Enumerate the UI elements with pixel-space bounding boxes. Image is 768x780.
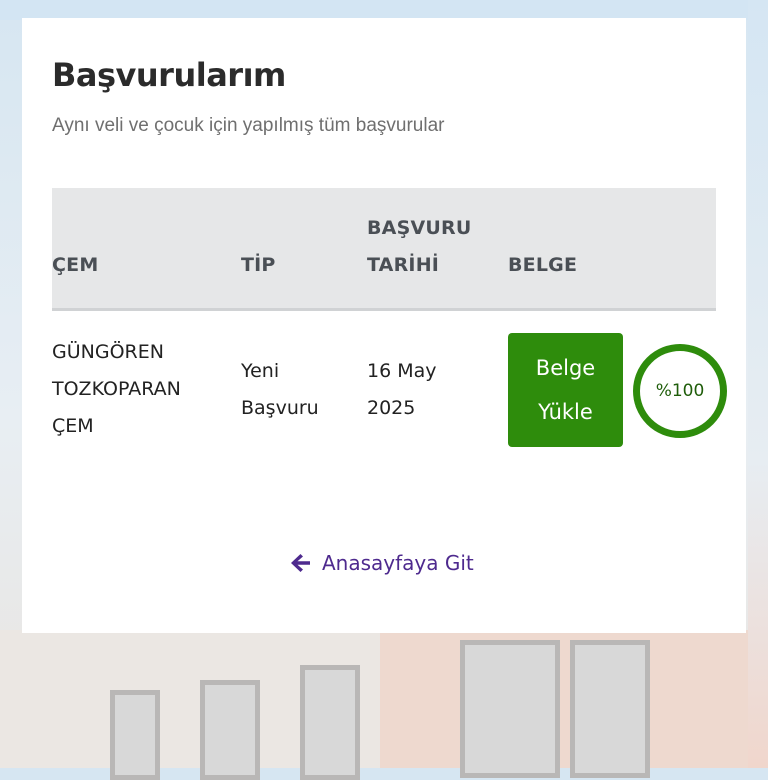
upload-document-button[interactable]: Belge Yükle xyxy=(508,333,623,447)
background-sky xyxy=(0,0,768,20)
cell-date-line: 2025 xyxy=(367,397,416,419)
page-subtitle: Aynı veli ve çocuk için yapılmış tüm baş… xyxy=(52,115,445,136)
home-link[interactable]: Anasayfaya Git xyxy=(288,545,474,581)
home-link-label: Anasayfaya Git xyxy=(322,551,474,575)
column-header-date-line1: BAŞVURU xyxy=(367,217,472,239)
cell-name-line: TOZKOPARAN xyxy=(52,378,181,400)
background-window xyxy=(200,680,260,780)
column-header-name: ÇEM xyxy=(52,254,99,276)
column-header-document: BELGE xyxy=(508,254,578,276)
document-progress-circle: %100 xyxy=(633,344,727,438)
column-header-date-line2: TARİHİ xyxy=(367,254,440,276)
cell-type-line: Başvuru xyxy=(241,397,319,419)
background-window xyxy=(460,640,560,778)
background-window xyxy=(300,665,360,780)
cell-name-line: GÜNGÖREN xyxy=(52,341,164,363)
background-window xyxy=(110,690,160,780)
background-window xyxy=(570,640,650,778)
upload-button-label-line2: Yükle xyxy=(538,400,593,424)
progress-percentage: %100 xyxy=(655,381,705,401)
cell-type-line: Yeni xyxy=(241,360,280,382)
cell-name-line: ÇEM xyxy=(52,415,94,437)
table-header: ÇEM TİP BAŞVURU TARİHİ BELGE xyxy=(52,188,716,311)
column-header-type: TİP xyxy=(241,254,276,276)
background-edge xyxy=(748,0,768,768)
cell-date-line: 16 May xyxy=(367,360,437,382)
page-title: Başvurularım xyxy=(52,56,286,94)
arrow-left-icon xyxy=(288,551,312,575)
upload-button-label-line1: Belge xyxy=(535,356,596,380)
applications-card: Başvurularım Aynı veli ve çocuk için yap… xyxy=(22,18,746,633)
